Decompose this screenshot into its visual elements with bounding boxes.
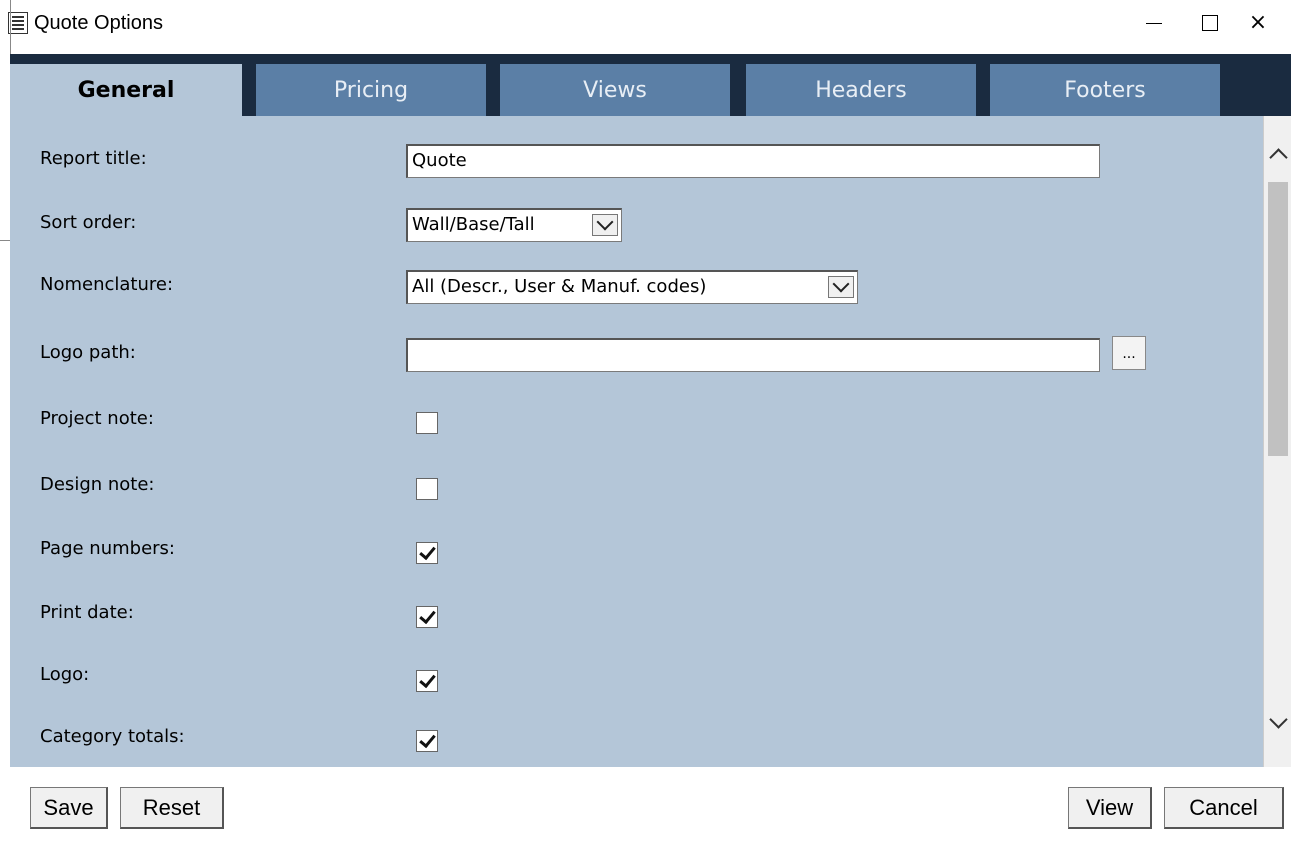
design-note-checkbox[interactable] — [416, 478, 438, 500]
tab-views[interactable]: Views — [500, 64, 730, 116]
minimize-button[interactable] — [1126, 0, 1182, 46]
scroll-up-button[interactable] — [1264, 132, 1291, 172]
tab-label: Pricing — [333, 77, 409, 103]
checkmark-icon — [418, 670, 436, 688]
checkmark-icon — [418, 542, 436, 560]
reset-button[interactable]: Reset — [120, 787, 224, 829]
print-date-checkbox[interactable] — [416, 606, 438, 628]
document-icon — [8, 12, 28, 34]
category-totals-checkbox[interactable] — [416, 730, 438, 752]
tab-general[interactable]: General — [10, 64, 242, 116]
tab-footers[interactable]: Footers — [990, 64, 1220, 116]
report-title-input[interactable]: Quote — [406, 144, 1100, 178]
close-icon: × — [1248, 10, 1268, 35]
nomenclature-value: All (Descr., User & Manuf. codes) — [412, 276, 707, 297]
checkmark-icon — [418, 730, 436, 748]
tab-label: General — [77, 77, 175, 103]
save-button[interactable]: Save — [30, 787, 108, 829]
page-numbers-checkbox[interactable] — [416, 542, 438, 564]
sort-order-label: Sort order: — [40, 212, 137, 233]
tab-label: Headers — [815, 77, 907, 103]
tab-label: Footers — [1064, 77, 1146, 103]
design-note-label: Design note: — [40, 474, 155, 495]
window-title: Quote Options — [34, 12, 163, 34]
nomenclature-label: Nomenclature: — [40, 274, 174, 295]
logo-path-input[interactable] — [406, 338, 1100, 372]
category-totals-label: Category totals: — [40, 726, 185, 747]
sort-order-select[interactable]: Wall/Base/Tall — [406, 208, 622, 242]
sort-order-value: Wall/Base/Tall — [412, 214, 535, 235]
nomenclature-select[interactable]: All (Descr., User & Manuf. codes) — [406, 270, 858, 304]
tab-label: Views — [583, 77, 647, 103]
minimize-icon — [1146, 22, 1162, 24]
chevron-down-icon[interactable] — [592, 213, 618, 236]
close-button[interactable]: × — [1230, 0, 1286, 46]
maximize-icon — [1202, 15, 1218, 31]
chevron-up-icon — [1268, 147, 1288, 167]
print-date-label: Print date: — [40, 602, 134, 623]
tab-headers[interactable]: Headers — [746, 64, 976, 116]
general-panel: Report title: Quote Sort order: Wall/Bas… — [10, 116, 1263, 767]
chevron-down-icon[interactable] — [828, 275, 854, 298]
chevron-down-icon — [1268, 709, 1288, 729]
vertical-scrollbar[interactable] — [1263, 116, 1291, 767]
report-title-label: Report title: — [40, 148, 147, 169]
logo-path-label: Logo path: — [40, 342, 136, 363]
page-numbers-label: Page numbers: — [40, 538, 175, 559]
logo-label: Logo: — [40, 664, 90, 685]
button-bar: Save Reset View Cancel — [10, 767, 1291, 848]
cancel-button[interactable]: Cancel — [1164, 787, 1284, 829]
browse-button[interactable]: ... — [1112, 336, 1146, 370]
scrollbar-thumb[interactable] — [1268, 182, 1288, 456]
logo-checkbox[interactable] — [416, 670, 438, 692]
checkmark-icon — [418, 606, 436, 624]
tab-strip: General Pricing Views Headers Footers — [10, 54, 1291, 116]
title-bar: Quote Options × — [0, 0, 1291, 54]
window-frame-edge-line — [0, 240, 10, 241]
project-note-label: Project note: — [40, 408, 154, 429]
tab-pricing[interactable]: Pricing — [256, 64, 486, 116]
view-button[interactable]: View — [1068, 787, 1152, 829]
scroll-down-button[interactable] — [1264, 704, 1291, 744]
project-note-checkbox[interactable] — [416, 412, 438, 434]
